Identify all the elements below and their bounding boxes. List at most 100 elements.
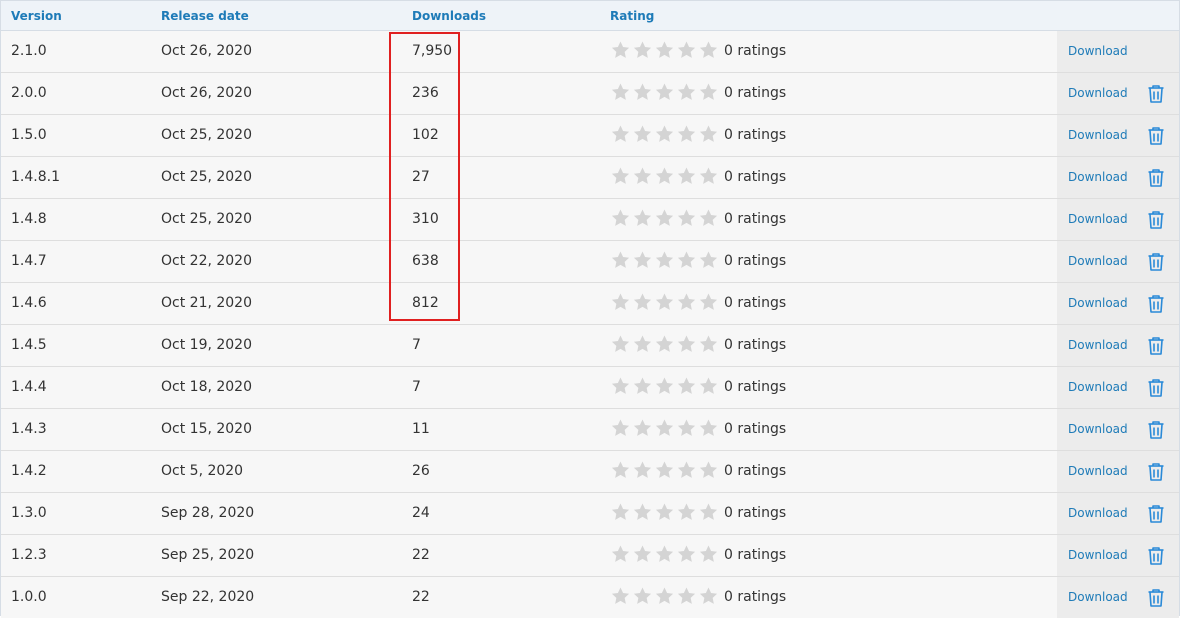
- rating-cell: 0 ratings: [610, 157, 786, 198]
- delete-button[interactable]: [1146, 546, 1166, 566]
- download-link[interactable]: Download: [1068, 367, 1128, 408]
- rating-count: 0 ratings: [724, 253, 787, 269]
- star-icon: [633, 167, 652, 184]
- header-version[interactable]: Version: [11, 1, 62, 30]
- star-icon: [699, 587, 718, 604]
- star-rating: [610, 240, 720, 281]
- delete-button[interactable]: [1146, 504, 1166, 524]
- actions-cell: Download: [1057, 115, 1179, 156]
- delete-button[interactable]: [1146, 168, 1166, 188]
- download-link[interactable]: Download: [1068, 577, 1128, 618]
- version-cell: 1.0.0: [11, 589, 47, 605]
- download-link[interactable]: Download: [1068, 493, 1128, 534]
- star-icon: [699, 83, 718, 100]
- version-cell: 1.4.8: [11, 211, 47, 227]
- actions-cell: Download: [1057, 325, 1179, 366]
- star-icon: [655, 209, 674, 226]
- header-downloads[interactable]: Downloads: [412, 1, 486, 30]
- actions-cell: Download: [1057, 493, 1179, 534]
- star-icon: [655, 41, 674, 58]
- star-icon: [633, 335, 652, 352]
- star-icon: [633, 83, 652, 100]
- downloads-cell: 812: [412, 295, 439, 311]
- version-cell: 1.4.8.1: [11, 169, 60, 185]
- download-link[interactable]: Download: [1068, 73, 1128, 114]
- download-link[interactable]: Download: [1068, 31, 1128, 72]
- star-icon: [633, 377, 652, 394]
- download-link[interactable]: Download: [1068, 241, 1128, 282]
- table-row: 1.4.7 Oct 22, 2020 638 0 ratings Download: [1, 241, 1179, 283]
- download-link[interactable]: Download: [1068, 409, 1128, 450]
- star-icon: [611, 587, 630, 604]
- delete-button[interactable]: [1146, 126, 1166, 146]
- download-link[interactable]: Download: [1068, 157, 1128, 198]
- download-link[interactable]: Download: [1068, 451, 1128, 492]
- star-icon: [677, 125, 696, 142]
- star-icon: [699, 419, 718, 436]
- version-cell: 1.2.3: [11, 547, 47, 563]
- download-link[interactable]: Download: [1068, 325, 1128, 366]
- actions-cell: Download: [1057, 535, 1179, 576]
- downloads-cell: 638: [412, 253, 439, 269]
- version-cell: 2.0.0: [11, 85, 47, 101]
- actions-cell: Download: [1057, 367, 1179, 408]
- table-row: 1.4.8 Oct 25, 2020 310 0 ratings Download: [1, 199, 1179, 241]
- download-link[interactable]: Download: [1068, 199, 1128, 240]
- star-icon: [611, 419, 630, 436]
- star-rating: [610, 72, 720, 113]
- download-link[interactable]: Download: [1068, 115, 1128, 156]
- star-rating: [610, 366, 720, 407]
- actions-cell: Download: [1057, 451, 1179, 492]
- actions-cell: Download: [1057, 577, 1179, 618]
- table-row: 1.4.4 Oct 18, 2020 7 0 ratings Download: [1, 367, 1179, 409]
- rating-count: 0 ratings: [724, 379, 787, 395]
- download-link[interactable]: Download: [1068, 535, 1128, 576]
- star-icon: [611, 293, 630, 310]
- header-release-date[interactable]: Release date: [161, 1, 249, 30]
- star-icon: [699, 545, 718, 562]
- star-icon: [611, 209, 630, 226]
- download-link[interactable]: Download: [1068, 283, 1128, 324]
- star-rating: [610, 198, 720, 239]
- version-cell: 1.4.2: [11, 463, 47, 479]
- star-icon: [677, 587, 696, 604]
- delete-button[interactable]: [1146, 252, 1166, 272]
- star-icon: [655, 251, 674, 268]
- rating-count: 0 ratings: [724, 211, 787, 227]
- delete-button[interactable]: [1146, 420, 1166, 440]
- rating-cell: 0 ratings: [610, 115, 786, 156]
- downloads-cell: 22: [412, 589, 430, 605]
- star-icon: [655, 83, 674, 100]
- release-date-cell: Sep 28, 2020: [161, 505, 255, 521]
- star-icon: [611, 461, 630, 478]
- star-icon: [633, 461, 652, 478]
- version-cell: 2.1.0: [11, 43, 47, 59]
- delete-button[interactable]: [1146, 588, 1166, 608]
- delete-button[interactable]: [1146, 210, 1166, 230]
- star-icon: [633, 293, 652, 310]
- star-icon: [677, 545, 696, 562]
- downloads-cell: 310: [412, 211, 439, 227]
- header-rating[interactable]: Rating: [610, 1, 654, 30]
- star-icon: [699, 125, 718, 142]
- trash-icon: [1148, 295, 1164, 313]
- delete-button[interactable]: [1146, 84, 1166, 104]
- star-rating: [610, 534, 720, 575]
- delete-button[interactable]: [1146, 294, 1166, 314]
- trash-icon: [1148, 85, 1164, 103]
- star-icon: [655, 587, 674, 604]
- release-date-cell: Oct 25, 2020: [161, 127, 252, 143]
- actions-cell: Download: [1057, 409, 1179, 450]
- table-row: 2.0.0 Oct 26, 2020 236 0 ratings Download: [1, 73, 1179, 115]
- table-row: 2.1.0 Oct 26, 2020 7,950 0 ratings Download: [1, 31, 1179, 73]
- delete-button[interactable]: [1146, 378, 1166, 398]
- rating-cell: 0 ratings: [610, 199, 786, 240]
- downloads-cell: 7: [412, 337, 421, 353]
- release-date-cell: Oct 18, 2020: [161, 379, 252, 395]
- delete-button[interactable]: [1146, 462, 1166, 482]
- table-header: Version Release date Downloads Rating: [1, 1, 1179, 31]
- star-icon: [699, 251, 718, 268]
- rating-count: 0 ratings: [724, 295, 787, 311]
- star-icon: [655, 335, 674, 352]
- delete-button[interactable]: [1146, 336, 1166, 356]
